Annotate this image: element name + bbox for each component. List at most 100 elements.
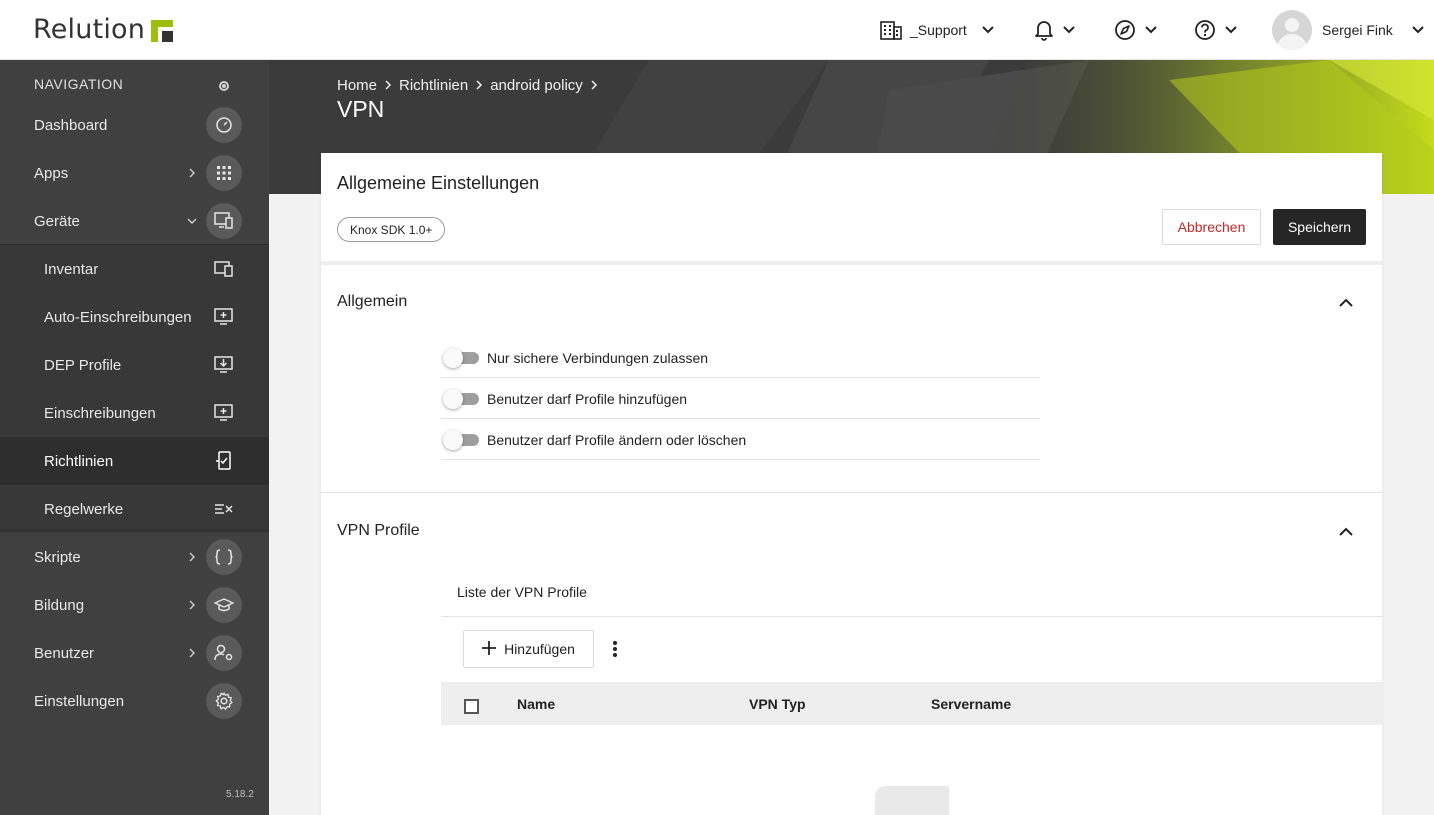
- sidebar-item-einstellungen[interactable]: Einstellungen: [0, 677, 269, 725]
- grid-icon: [206, 155, 242, 191]
- page-title: VPN: [337, 96, 385, 122]
- gear-icon: [206, 683, 242, 719]
- breadcrumb-home[interactable]: Home: [337, 77, 377, 94]
- policy-icon: [212, 449, 236, 473]
- organization-selector[interactable]: _Support: [880, 0, 995, 60]
- cancel-button[interactable]: Abbrechen: [1162, 209, 1261, 245]
- compass-icon: [1114, 19, 1136, 41]
- chevron-down-icon: [981, 25, 995, 35]
- nav-header: NAVIGATION: [34, 76, 124, 92]
- toggle-row-secure-connections: Nur sichere Verbindungen zulassen: [441, 337, 1040, 378]
- logo-text: Relution: [33, 14, 146, 45]
- chevron-up-icon[interactable]: [1336, 522, 1356, 542]
- sidebar-item-label: Inventar: [44, 260, 99, 278]
- help-menu[interactable]: [1194, 0, 1238, 60]
- user-settings-icon: [206, 635, 242, 671]
- notifications-menu[interactable]: [1034, 0, 1076, 60]
- chevron-down-icon: [186, 214, 198, 226]
- help-icon: [1194, 19, 1216, 41]
- toggle-label: Benutzer darf Profile ändern oder lösche…: [487, 431, 747, 448]
- chevron-right-icon: [474, 78, 484, 94]
- select-all-checkbox[interactable]: [464, 699, 479, 714]
- sidebar-item-richtlinien[interactable]: Richtlinien: [0, 437, 269, 485]
- sidebar-item-label: Dashboard: [34, 116, 108, 134]
- logo-mark-icon: [151, 19, 174, 42]
- graduation-cap-icon: [206, 587, 242, 623]
- pin-icon[interactable]: [219, 81, 229, 91]
- avatar: [1272, 10, 1312, 50]
- sidebar-item-einschreibungen[interactable]: Einschreibungen: [0, 389, 269, 437]
- chevron-down-icon: [1062, 25, 1076, 35]
- column-header-name[interactable]: Name: [517, 696, 555, 712]
- dep-profile-icon: [212, 353, 236, 377]
- braces-icon: [206, 539, 242, 575]
- bell-icon: [1034, 19, 1054, 41]
- sidebar-item-skripte[interactable]: Skripte: [0, 533, 269, 581]
- sidebar-item-label: Geräte: [34, 212, 80, 230]
- sidebar-item-dashboard[interactable]: Dashboard: [0, 101, 269, 149]
- chevron-down-icon: [1224, 25, 1238, 35]
- chevron-right-icon: [186, 550, 198, 562]
- add-button-label: Hinzufügen: [504, 641, 575, 657]
- sidebar-item-label: Bildung: [34, 596, 85, 614]
- add-vpn-profile-button[interactable]: Hinzufügen: [463, 630, 594, 668]
- compass-menu[interactable]: [1114, 0, 1158, 60]
- sidebar-item-apps[interactable]: Apps: [0, 149, 269, 197]
- sidebar-item-label: Apps: [34, 164, 69, 182]
- top-bar: Relution _Support Sergei Fink: [0, 0, 1434, 60]
- chevron-right-icon: [186, 166, 198, 178]
- auto-enroll-icon: [212, 305, 236, 329]
- inventory-icon: [212, 257, 236, 281]
- more-options-icon[interactable]: [608, 639, 622, 659]
- section-title-allgemein: Allgemein: [337, 293, 408, 310]
- toggle-label: Nur sichere Verbindungen zulassen: [487, 349, 709, 366]
- building-icon: [880, 20, 902, 40]
- edit-profiles-toggle[interactable]: [443, 429, 479, 450]
- knox-sdk-chip: Knox SDK 1.0+: [337, 217, 446, 242]
- chevron-down-icon: [1144, 25, 1158, 35]
- column-header-servername[interactable]: Servername: [931, 696, 1011, 712]
- sidebar-item-inventar[interactable]: Inventar: [0, 245, 269, 293]
- column-header-vpn-typ[interactable]: VPN Typ: [749, 696, 806, 712]
- sidebar-item-bildung[interactable]: Bildung: [0, 581, 269, 629]
- sidebar-item-label: Einschreibungen: [44, 404, 156, 422]
- enrollment-icon: [212, 401, 236, 425]
- chevron-right-icon: [186, 598, 198, 610]
- breadcrumb-richtlinien[interactable]: Richtlinien: [399, 77, 468, 94]
- sidebar-item-label: Skripte: [34, 548, 81, 566]
- section-title-vpn-profile: VPN Profile: [337, 522, 420, 539]
- breadcrumb-android-policy[interactable]: android policy: [490, 77, 583, 94]
- sidebar-item-label: Einstellungen: [34, 692, 125, 710]
- speedometer-icon: [206, 107, 242, 143]
- chevron-right-icon: [383, 78, 393, 94]
- sidebar-item-auto-einschreibungen[interactable]: Auto-Einschreibungen: [0, 293, 269, 341]
- app-logo[interactable]: Relution: [33, 14, 174, 45]
- add-profiles-toggle[interactable]: [443, 388, 479, 409]
- chevron-up-icon[interactable]: [1336, 293, 1356, 313]
- empty-state-logo-icon: [875, 786, 949, 815]
- sidebar-item-regelwerke[interactable]: Regelwerke: [0, 485, 269, 533]
- sidebar-item-benutzer[interactable]: Benutzer: [0, 629, 269, 677]
- ruleset-icon: [212, 497, 236, 521]
- sidebar-item-label: Auto-Einschreibungen: [44, 308, 192, 326]
- sidebar-item-dep-profile[interactable]: DEP Profile: [0, 341, 269, 389]
- card-title: Allgemeine Einstellungen: [337, 173, 540, 193]
- app-version: 5.18.2: [226, 789, 254, 800]
- secure-connections-toggle[interactable]: [443, 347, 479, 368]
- breadcrumb: Home Richtlinien android policy: [337, 77, 599, 94]
- toggle-row-edit-profiles: Benutzer darf Profile ändern oder lösche…: [441, 419, 1040, 460]
- sidebar-item-geraete[interactable]: Geräte: [0, 197, 269, 245]
- vpn-profile-table-header: Name VPN Typ Servername: [441, 682, 1382, 725]
- sidebar-item-label: Regelwerke: [44, 500, 124, 518]
- sidebar-item-label: Benutzer: [34, 644, 95, 662]
- toggle-row-add-profiles: Benutzer darf Profile hinzufügen: [441, 378, 1040, 419]
- vpn-profile-list-title: Liste der VPN Profile: [457, 584, 587, 600]
- user-menu[interactable]: Sergei Fink: [1272, 0, 1425, 60]
- user-name: Sergei Fink: [1322, 22, 1393, 38]
- sidebar-item-label: Richtlinien: [44, 452, 114, 470]
- devices-icon: [206, 203, 242, 239]
- chevron-right-icon: [589, 78, 599, 94]
- chevron-right-icon: [186, 646, 198, 658]
- save-button[interactable]: Speichern: [1273, 209, 1366, 245]
- settings-card: Allgemeine Einstellungen Knox SDK 1.0+ A…: [321, 153, 1382, 815]
